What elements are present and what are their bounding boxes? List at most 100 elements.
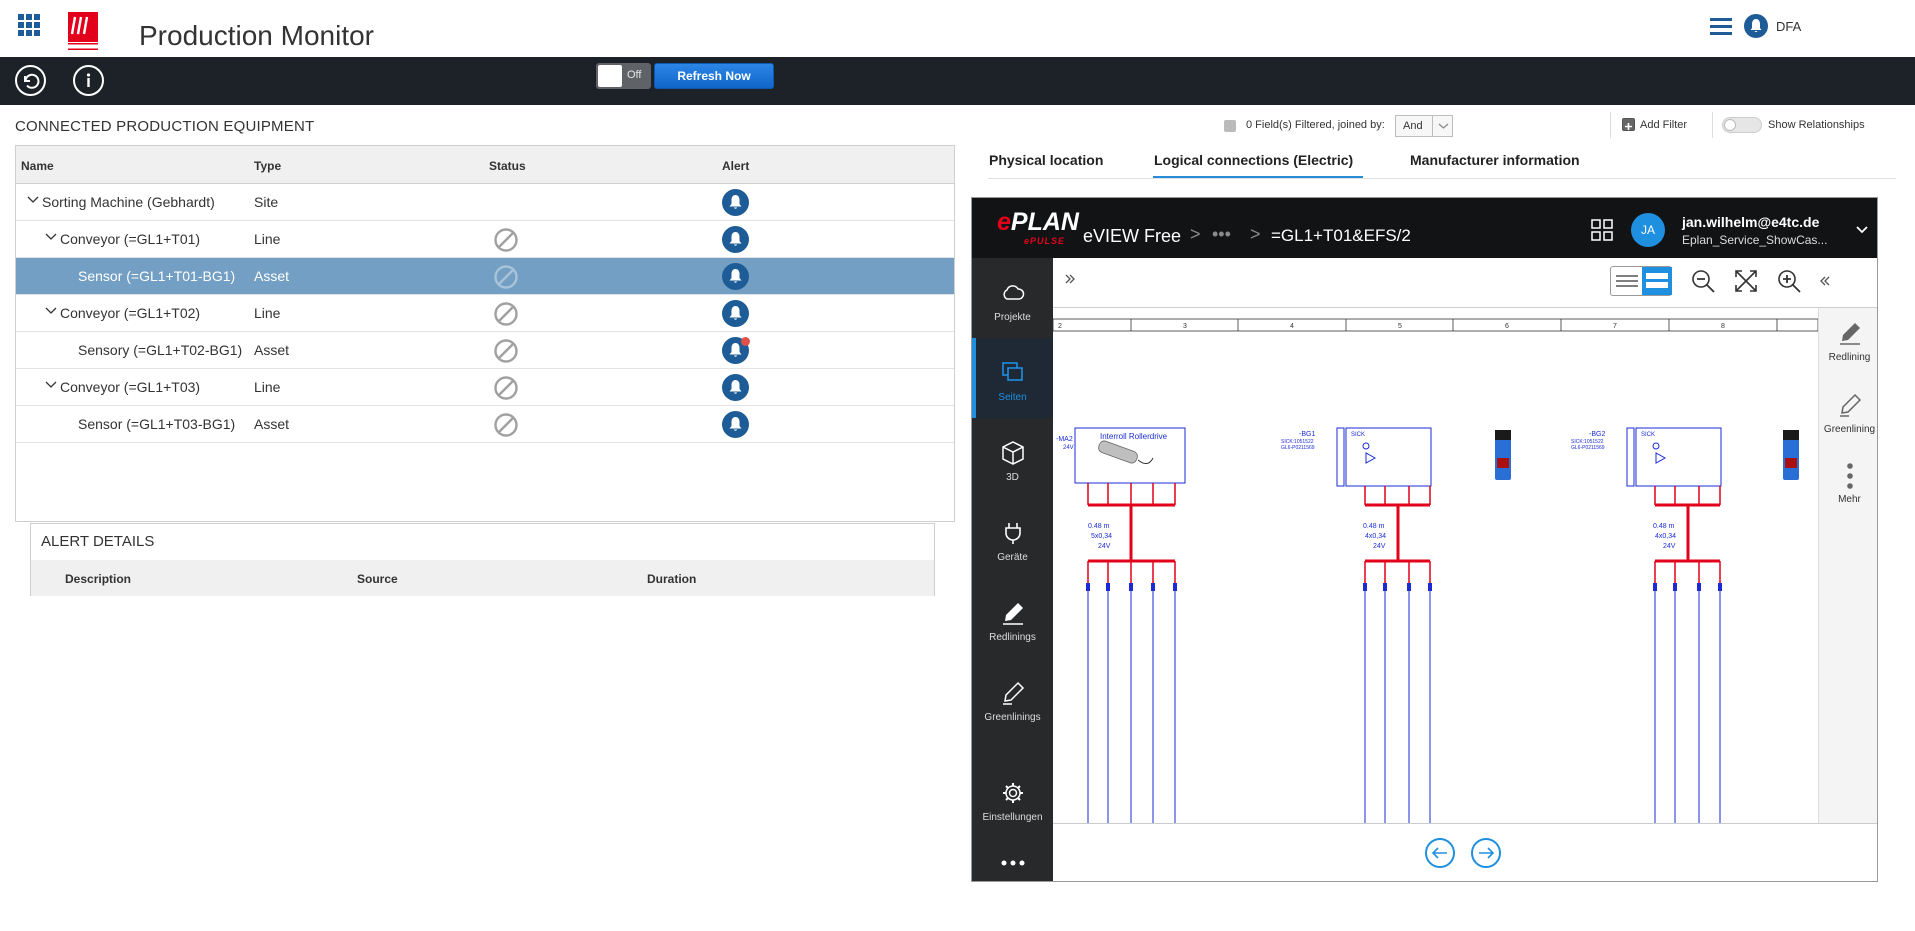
table-row[interactable]: Sorting Machine (Gebhardt) Site <box>16 184 954 221</box>
menu-icon[interactable] <box>1710 18 1732 36</box>
chevron-down-icon[interactable] <box>1855 223 1869 237</box>
tab-manufacturer-information[interactable]: Manufacturer information <box>1410 152 1580 168</box>
device-code: GL6-P0211569 <box>1571 445 1605 451</box>
column-header-name[interactable]: Name <box>21 159 54 173</box>
table-row[interactable]: Sensory (=GL1+T02-BG1) Asset <box>16 332 954 369</box>
sidebar-item-einstellungen[interactable]: Einstellungen <box>972 758 1053 838</box>
user-name[interactable]: DFA <box>1776 19 1801 34</box>
table-row[interactable]: Conveyor (=GL1+T02) Line <box>16 295 954 332</box>
chevron-down-icon[interactable] <box>44 304 58 318</box>
breadcrumb-separator: > <box>1190 224 1201 244</box>
viewer-sidebar: Projekte Seiten 3D Geräte Redlinings Gre… <box>972 258 1053 881</box>
cable-voltage: 24V <box>1373 543 1386 550</box>
greenlining-tool[interactable]: Greenlining <box>1819 390 1877 440</box>
info-button[interactable] <box>73 65 104 96</box>
more-icon[interactable] <box>1000 853 1026 866</box>
alert-table-header: Description Source Duration <box>31 560 934 596</box>
alert-bell-icon[interactable] <box>722 189 749 216</box>
schematic-canvas[interactable]: 2 3 4 5 6 7 8 Interroll Rollerdrive -MA2… <box>1053 308 1818 823</box>
sidebar-item-3d[interactable]: 3D <box>972 418 1053 498</box>
sidebar-item-label: Projekte <box>994 312 1031 323</box>
tab-logical-connections[interactable]: Logical connections (Electric) <box>1154 152 1353 168</box>
view-mode-switch[interactable] <box>1610 266 1672 296</box>
chevron-down-icon[interactable] <box>44 230 58 244</box>
alert-details-title: ALERT DETAILS <box>41 533 155 550</box>
ruler-label: 2 <box>1058 323 1062 330</box>
apps-grid-icon[interactable] <box>1591 219 1613 241</box>
column-header-status[interactable]: Status <box>489 159 526 173</box>
refresh-now-button[interactable]: Refresh Now <box>654 63 774 89</box>
viewer-project-name: Eplan_Service_ShowCas... <box>1682 233 1828 247</box>
chevron-down-icon[interactable] <box>26 193 40 207</box>
next-page-button[interactable] <box>1471 838 1501 868</box>
plug-icon <box>1005 523 1021 544</box>
alert-bell-icon[interactable] <box>722 374 749 401</box>
table-row[interactable]: Conveyor (=GL1+T03) Line <box>16 369 954 406</box>
app-launcher-icon[interactable] <box>18 14 40 36</box>
column-header-source[interactable]: Source <box>357 572 398 586</box>
tab-physical-location[interactable]: Physical location <box>989 152 1103 168</box>
alert-bell-icon[interactable] <box>722 226 749 253</box>
tool-label: Mehr <box>1838 494 1861 505</box>
redlining-tool[interactable]: Redlining <box>1819 318 1877 368</box>
zoom-out-icon[interactable] <box>1690 268 1716 294</box>
back-button[interactable] <box>15 65 46 96</box>
breadcrumb-separator: > <box>1250 224 1261 244</box>
viewer-app-name[interactable]: eVIEW Free <box>1083 226 1181 247</box>
join-operator-select[interactable]: And <box>1395 115 1453 137</box>
table-row[interactable]: Sensor (=GL1+T01-BG1) Asset <box>16 258 954 295</box>
add-filter-button[interactable]: Add Filter <box>1640 119 1687 131</box>
row-name: Conveyor (=GL1+T03) <box>60 379 201 395</box>
sidebar-item-projekte[interactable]: Projekte <box>972 258 1053 338</box>
column-header-duration[interactable]: Duration <box>647 572 696 586</box>
sensor-image <box>1783 430 1799 480</box>
status-unavailable-icon <box>494 228 518 252</box>
viewer-page-nav <box>1053 823 1877 881</box>
cable-voltage: 24V <box>1663 543 1676 550</box>
row-type: Line <box>254 231 281 247</box>
alert-bell-icon[interactable] <box>722 300 749 327</box>
table-row[interactable]: Sensor (=GL1+T03-BG1) Asset <box>16 406 954 443</box>
user-icon[interactable] <box>1744 14 1768 38</box>
chevron-down-icon[interactable] <box>44 378 58 392</box>
add-filter-icon[interactable] <box>1622 118 1635 131</box>
filter-dropdown-icon[interactable] <box>1224 120 1236 132</box>
fit-to-screen-icon[interactable] <box>1733 268 1759 294</box>
column-header-alert[interactable]: Alert <box>722 159 749 173</box>
action-toolbar <box>0 57 1915 105</box>
sidebar-item-greenlinings[interactable]: Greenlinings <box>972 658 1053 738</box>
expand-panel-icon[interactable] <box>1063 272 1077 286</box>
eplan-viewer-logo: ePLAN <box>997 208 1079 236</box>
divider <box>1712 112 1713 138</box>
alert-bell-icon[interactable] <box>722 263 749 290</box>
zoom-in-icon[interactable] <box>1776 268 1802 294</box>
eview-viewer: ePLAN ePULSE eVIEW Free > ••• > =GL1+T01… <box>971 197 1878 882</box>
viewer-avatar[interactable]: JA <box>1631 213 1665 247</box>
app-root: Production Monitor DFA Off Refresh Now C… <box>0 0 1915 931</box>
filter-summary: 0 Field(s) Filtered, joined by: <box>1246 119 1385 131</box>
alert-bell-icon[interactable] <box>722 411 749 438</box>
more-tools[interactable]: Mehr <box>1819 460 1877 510</box>
show-relationships-label[interactable]: Show Relationships <box>1768 119 1865 131</box>
previous-page-button[interactable] <box>1425 838 1455 868</box>
show-relationships-toggle[interactable] <box>1722 117 1762 133</box>
row-type: Asset <box>254 342 290 358</box>
toggle-knob <box>598 65 622 87</box>
device-voltage: 24V <box>1063 445 1074 451</box>
column-header-description[interactable]: Description <box>65 572 131 586</box>
sidebar-item-seiten[interactable]: Seiten <box>972 338 1053 418</box>
arrow-left-icon <box>1431 847 1447 859</box>
column-header-type[interactable]: Type <box>254 159 281 173</box>
auto-refresh-toggle[interactable]: Off <box>596 63 651 89</box>
breadcrumb-overflow[interactable]: ••• <box>1212 224 1231 245</box>
sensor-brand: SICK <box>1351 432 1365 438</box>
sidebar-item-redlinings[interactable]: Redlinings <box>972 578 1053 658</box>
table-row[interactable]: Conveyor (=GL1+T01) Line <box>16 221 954 258</box>
sidebar-item-geraete[interactable]: Geräte <box>972 498 1053 578</box>
alert-bell-icon[interactable] <box>722 337 750 364</box>
collapse-panel-icon[interactable] <box>1818 274 1832 288</box>
row-name: Sensor (=GL1+T01-BG1) <box>78 268 236 284</box>
viewer-header: ePLAN ePULSE eVIEW Free > ••• > =GL1+T01… <box>972 198 1877 258</box>
pages-icon <box>1002 362 1023 381</box>
cable-length: 0.48 m <box>1653 523 1675 530</box>
